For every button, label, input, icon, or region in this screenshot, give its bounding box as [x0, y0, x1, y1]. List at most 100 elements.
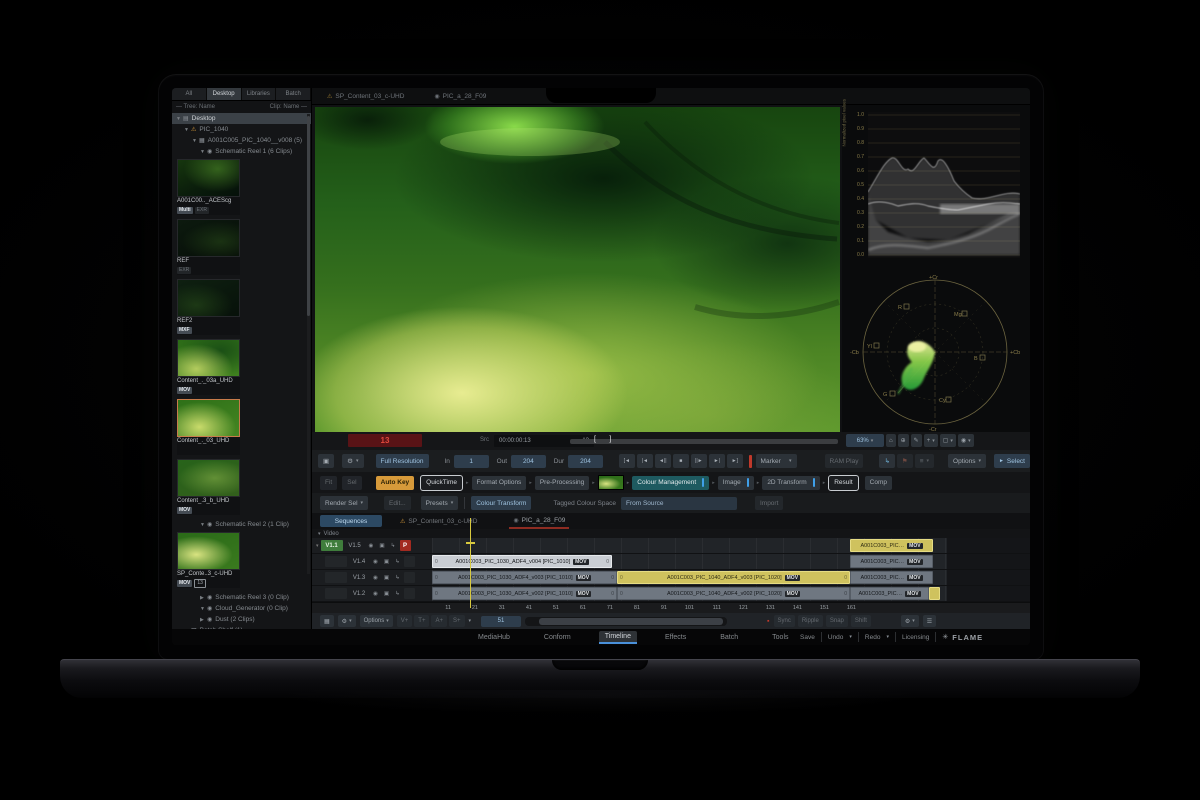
- track-header[interactable]: V1.3 ◉ ▣ ↳: [312, 570, 432, 585]
- comp-view-button[interactable]: Comp: [864, 475, 892, 490]
- video-group-row[interactable]: ▾ Video: [312, 529, 1030, 538]
- lock-icon[interactable]: ▣: [382, 575, 391, 581]
- eye-icon[interactable]: ◉: [371, 575, 380, 581]
- quicktime-node-button[interactable]: QuickTime: [420, 474, 463, 491]
- tree-sort-label[interactable]: — Tree: Name: [176, 104, 215, 110]
- tree-item[interactable]: ▶ ◉ Schematic Reel 3 (0 Clip): [172, 592, 311, 603]
- colour-transform-button[interactable]: Colour Transform: [471, 496, 532, 510]
- timeline-clip[interactable]: 0 A001C003_PIC_1030_ADF4_v004 [PIC_1010]…: [432, 555, 612, 568]
- timeline-zoom-field[interactable]: 51: [481, 615, 522, 627]
- pre-processing-button[interactable]: Pre-Processing: [534, 475, 590, 490]
- track-lane[interactable]: 0 A001C003_PIC_1030_ADF4_v004 [PIC_1010]…: [432, 554, 1030, 569]
- media-panel-tab[interactable]: All: [172, 88, 207, 100]
- eye-icon[interactable]: ◉: [371, 559, 380, 565]
- timeline-clip[interactable]: 0 A001C003_PIC_1030_ADF4_v002 [PIC_1010]…: [432, 587, 617, 600]
- transport-button[interactable]: [◄: [618, 454, 635, 468]
- timeline-clip[interactable]: A001C003_PIC… MOV: [850, 539, 933, 552]
- import-button[interactable]: Import: [754, 496, 784, 510]
- media-panel-tab[interactable]: Batch: [276, 88, 311, 100]
- media-panel-tab[interactable]: Libraries: [241, 88, 277, 100]
- focus-version-slot[interactable]: [325, 572, 347, 583]
- module-tab[interactable]: Timeline: [598, 630, 637, 644]
- clip-thumbnail-image[interactable]: [177, 339, 240, 377]
- video-viewport[interactable]: [315, 107, 840, 432]
- clip-thumbnail-image[interactable]: [177, 532, 240, 570]
- primary-track-badge[interactable]: P: [399, 540, 411, 551]
- lock-icon[interactable]: ▣: [382, 591, 391, 597]
- in-point-field[interactable]: 1: [453, 454, 489, 468]
- edit-mode-toggle[interactable]: Ripple: [797, 615, 823, 627]
- tree-item[interactable]: ▶ ◉ Dust (2 Clips): [172, 614, 311, 625]
- expand-arrow-icon[interactable]: ▼: [184, 127, 191, 133]
- module-tab[interactable]: MediaHub: [472, 632, 516, 643]
- presets-button[interactable]: Presets ▾: [420, 496, 459, 510]
- add-track-button[interactable]: S+: [448, 615, 465, 627]
- annotate-button[interactable]: ✎: [910, 434, 922, 447]
- pipeline-clip-thumbnail[interactable]: [597, 475, 624, 490]
- clip-thumbnail-image[interactable]: [177, 399, 240, 437]
- expand-arrow-icon[interactable]: ▼: [200, 606, 207, 612]
- tree-item[interactable]: ▼ ▦ A001C005_PIC_1040__v008 (5): [172, 135, 311, 146]
- sequences-button[interactable]: Sequences: [320, 515, 382, 527]
- viewer-tab[interactable]: ⚠ SP_Content_03_c-UHD: [327, 93, 404, 100]
- duration-field[interactable]: 204: [568, 454, 603, 468]
- primary-track-slot[interactable]: [404, 572, 415, 583]
- clip-thumbnail-item[interactable]: SP_Conte..3_c-UHD MOV 13: [177, 532, 240, 588]
- media-panel-tab[interactable]: Desktop: [206, 88, 242, 100]
- timeline-clip[interactable]: [929, 587, 940, 600]
- save-button[interactable]: Save: [800, 634, 815, 641]
- focus-version-slot[interactable]: [325, 588, 347, 599]
- auto-key-button[interactable]: Auto Key: [375, 475, 415, 490]
- eye-icon[interactable]: ◉: [371, 591, 380, 597]
- playback-settings-button[interactable]: ⚙ ▾: [342, 454, 364, 468]
- clip-thumbnail-image[interactable]: [177, 159, 240, 197]
- timeline-clip[interactable]: 0 A001C003_PIC_1030_ADF4_v003 [PIC_1010]…: [432, 571, 617, 584]
- tree-item[interactable]: ▼ ◉ Schematic Reel 1 (6 Clips): [172, 146, 311, 157]
- expand-arrow-icon[interactable]: ▼: [200, 522, 207, 528]
- zoom-level-button[interactable]: 63% ▾: [846, 434, 884, 447]
- transport-button[interactable]: ◄||: [654, 454, 671, 468]
- collapse-arrow-icon[interactable]: ▾: [316, 543, 319, 549]
- timeline-ruler[interactable]: 11 21 31 41 51 61 71 81 91 101 111 121 131 141 151 161: [312, 602, 1030, 613]
- lock-icon[interactable]: ▣: [382, 559, 391, 565]
- collapse-arrow-icon[interactable]: ▾: [318, 531, 321, 537]
- timeline-options-button[interactable]: Options ▾: [359, 615, 393, 627]
- timeline-tab[interactable]: ◉ PIC_a_28_F09: [509, 513, 570, 529]
- media-panel-scrollbar[interactable]: [307, 114, 310, 574]
- marker-button[interactable]: Marker ▾: [755, 454, 797, 468]
- primary-track-slot[interactable]: [404, 588, 415, 599]
- track-header[interactable]: V1.2 ◉ ▣ ↳: [312, 586, 432, 601]
- chevron-down-icon[interactable]: ▾: [849, 634, 852, 640]
- clip-mode-button[interactable]: ▣: [318, 454, 335, 468]
- edit-button[interactable]: Edit...: [384, 496, 411, 510]
- pan-view-button[interactable]: ⊕: [897, 434, 909, 447]
- focus-version-badge[interactable]: V1.1: [320, 540, 343, 551]
- clip-thumbnail-item[interactable]: Content_._03a_UHD MOV: [177, 339, 240, 395]
- playhead[interactable]: [466, 518, 475, 608]
- clip-thumbnail-item[interactable]: REF EXR: [177, 219, 240, 275]
- timeline-gear-button[interactable]: ⚙ ▾: [900, 615, 919, 627]
- timeline-clip[interactable]: A001C003_PIC… MOV: [850, 555, 933, 568]
- clip-thumbnail-item[interactable]: Content_._03_UHD: [177, 399, 240, 455]
- follow-icon[interactable]: ↳: [393, 591, 402, 597]
- add-track-button[interactable]: V+: [396, 615, 413, 627]
- expand-arrow-icon[interactable]: ▼: [176, 116, 183, 122]
- clip-thumbnail-item[interactable]: Content_.3_b_UHD MOV: [177, 459, 240, 515]
- follow-icon[interactable]: ↳: [393, 575, 402, 581]
- chevron-down-icon[interactable]: ▾: [886, 634, 889, 640]
- module-tab[interactable]: Tools: [766, 632, 794, 643]
- select-tool-button[interactable]: ► Select: [993, 454, 1030, 468]
- transport-button[interactable]: ||►: [690, 454, 707, 468]
- add-track-button[interactable]: A+: [431, 615, 447, 627]
- clip-thumbnail-image[interactable]: [177, 279, 240, 317]
- tree-item[interactable]: ▼ ◉ Schematic Reel 2 (1 Clip): [172, 519, 311, 530]
- timeline-clip[interactable]: A001C003_PIC… MOV: [850, 571, 933, 584]
- redo-button[interactable]: Redo: [865, 634, 881, 641]
- tree-item[interactable]: ▼ ⚠ PIC_1040: [172, 124, 311, 135]
- transport-button[interactable]: ►]: [726, 454, 743, 468]
- out-point-field[interactable]: 204: [511, 454, 546, 468]
- expand-arrow-icon[interactable]: ▶: [200, 617, 207, 623]
- expand-arrow-icon[interactable]: ▶: [200, 595, 207, 601]
- track-lane[interactable]: 0 A001C003_PIC_1030_ADF4_v003 [PIC_1010]…: [432, 570, 1030, 585]
- timeline-settings-button[interactable]: ⚙ ▾: [337, 615, 356, 627]
